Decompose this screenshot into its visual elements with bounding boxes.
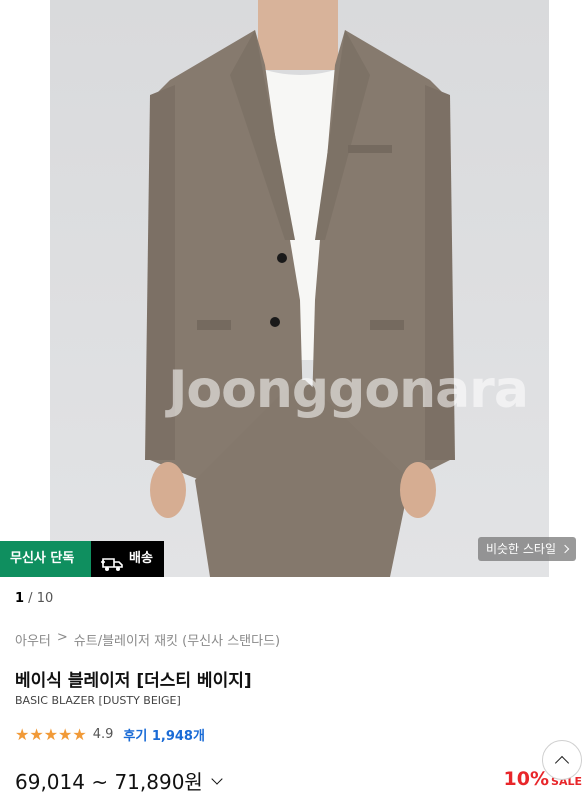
chevron-up-icon — [554, 755, 570, 770]
truck-icon — [101, 551, 125, 571]
exclusive-badge: 무신사 단독 — [0, 541, 91, 577]
breadcrumb-separator: > — [56, 630, 68, 645]
shipping-label: 배송 — [129, 551, 153, 566]
breadcrumb-item-outer[interactable]: 아우터 — [15, 630, 51, 649]
watermark-text: Joonggonara — [168, 360, 529, 420]
rating-row: ★★★★★ 4.9 후기 1,948개 — [15, 725, 205, 744]
product-subtitle: BASIC BLAZER [DUSTY BEIGE] — [15, 694, 181, 707]
rating-score: 4.9 — [92, 727, 114, 742]
product-image-area[interactable]: Joonggonara 무신사 단독 배송 비슷한 스타일 — [0, 0, 584, 577]
product-photo[interactable]: Joonggonara — [50, 0, 549, 577]
price-row[interactable]: 69,014 ~ 71,890원 — [15, 766, 223, 795]
breadcrumb: 아우터 > 슈트/블레이저 재킷 (무신사 스탠다드) — [15, 630, 280, 649]
chevron-down-icon[interactable] — [211, 772, 223, 785]
scroll-to-top-button[interactable] — [542, 740, 582, 780]
chevron-right-icon — [560, 544, 570, 554]
reviews-link[interactable]: 후기 1,948개 — [123, 725, 205, 744]
shipping-badge: 배송 — [91, 541, 164, 577]
similar-style-label: 비슷한 스타일 — [485, 542, 556, 556]
star-rating-icon: ★★★★★ — [15, 725, 87, 744]
price-range: 69,014 ~ 71,890원 — [15, 770, 203, 794]
pager-separator: / — [24, 591, 37, 606]
pager-total: 10 — [36, 591, 54, 606]
discount-percent: 10% — [503, 768, 550, 790]
breadcrumb-item-blazer[interactable]: 슈트/블레이저 재킷 (무신사 스탠다드) — [74, 630, 280, 649]
similar-style-button[interactable]: 비슷한 스타일 — [477, 537, 576, 561]
badge-row: 무신사 단독 배송 — [0, 541, 164, 577]
pager-current: 1 — [15, 591, 25, 606]
product-title: 베이식 블레이저 [더스티 베이지] — [15, 671, 252, 691]
image-pager: 1 / 10 — [15, 591, 53, 606]
